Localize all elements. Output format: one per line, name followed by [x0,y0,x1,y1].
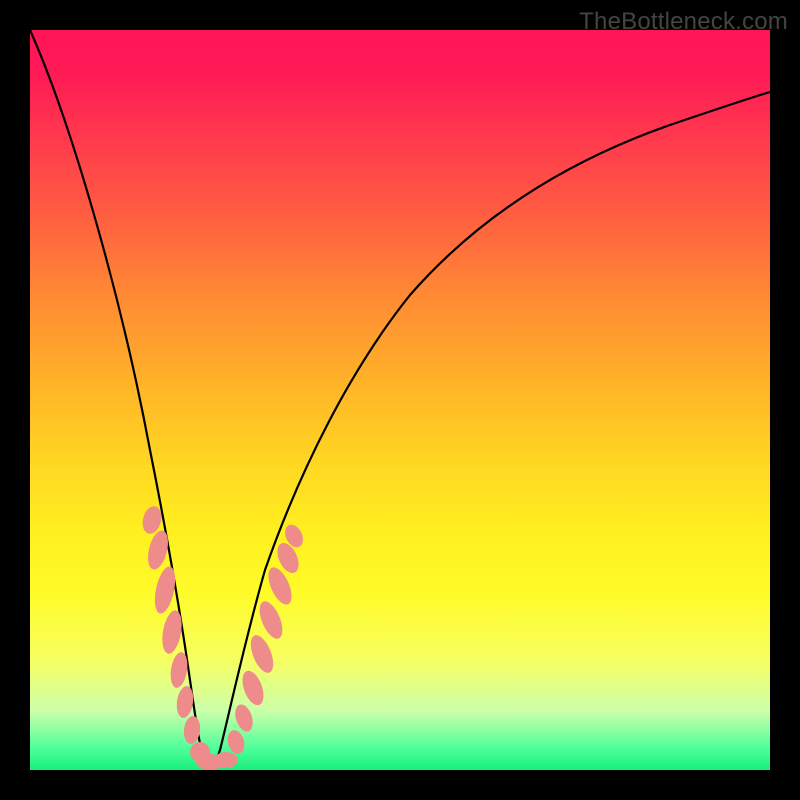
marker-dot [246,632,278,676]
plot-area [30,30,770,770]
marker-dot [255,598,287,642]
marker-dot [214,752,238,768]
marker-dot [144,528,171,571]
bottleneck-curve [30,30,770,769]
marker-cluster [140,504,307,770]
chart-svg [30,30,770,770]
attribution-label: TheBottleneck.com [579,8,788,36]
marker-dot [151,565,179,616]
marker-dot [238,668,267,708]
marker-dot [232,702,256,734]
chart-frame: TheBottleneck.com [0,0,800,800]
marker-dot [225,728,247,755]
